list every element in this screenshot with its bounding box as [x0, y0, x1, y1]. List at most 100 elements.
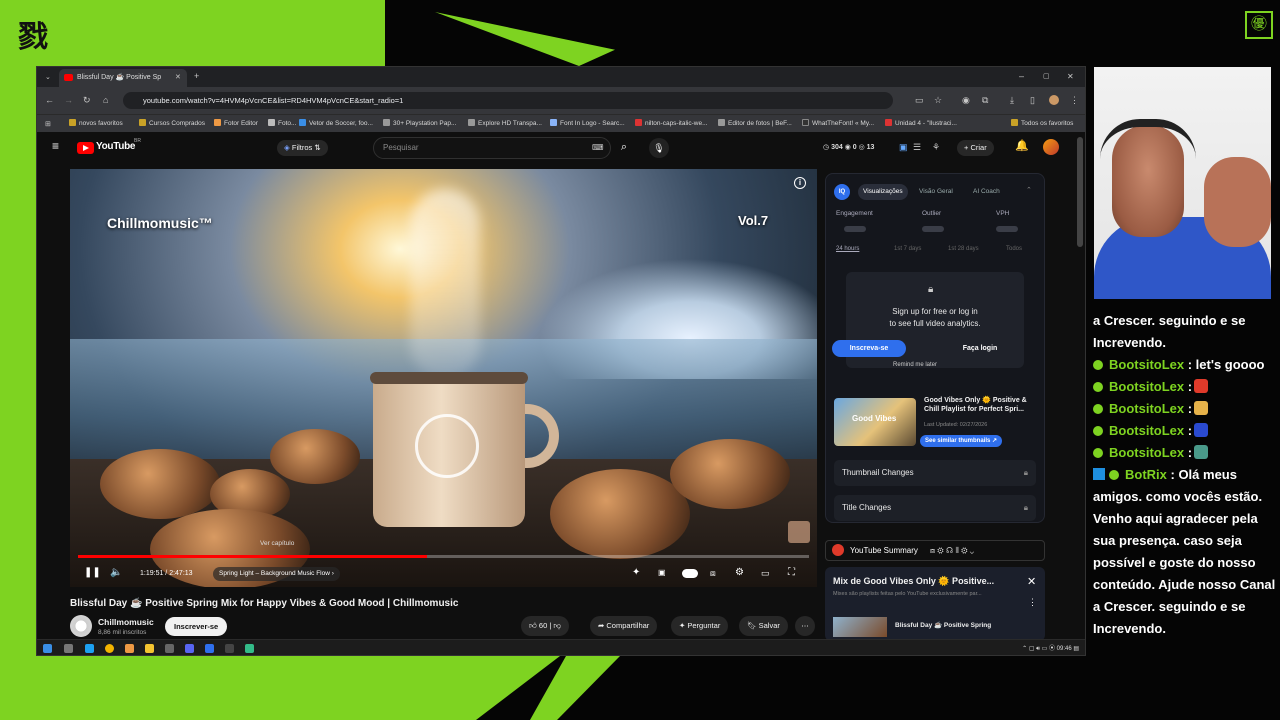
- bookmark-item[interactable]: nilton-caps-italic-we...: [635, 115, 708, 133]
- taskbar-app-icon[interactable]: [85, 644, 94, 653]
- vidiq-icon[interactable]: ▣: [899, 143, 908, 152]
- cast-icon[interactable]: ▭: [915, 96, 924, 105]
- sidepanel-icon[interactable]: ▯: [1030, 96, 1035, 105]
- sparkle-icon[interactable]: ✦: [632, 567, 640, 578]
- signup-button[interactable]: Inscreva-se: [832, 340, 906, 357]
- fullscreen-icon[interactable]: ⛶: [788, 567, 795, 578]
- home-icon[interactable]: ⌂: [103, 96, 108, 105]
- tab-visao-geral[interactable]: Visão Geral: [914, 184, 958, 200]
- pause-icon[interactable]: ❚❚: [84, 567, 101, 578]
- profile-avatar[interactable]: [1049, 95, 1059, 105]
- autoplay-toggle[interactable]: [682, 569, 698, 578]
- search-button[interactable]: ⌕: [611, 137, 637, 159]
- thumbnail-changes-row[interactable]: 🔒︎ Thumbnail Changes: [834, 460, 1036, 486]
- keyboard-icon[interactable]: ⌨: [592, 143, 604, 152]
- forward-icon[interactable]: →: [64, 96, 73, 105]
- progress-bar[interactable]: [78, 555, 809, 558]
- folder-icon[interactable]: [145, 644, 154, 653]
- taskbar-app-icon[interactable]: [165, 644, 174, 653]
- share-button[interactable]: ➦ Compartilhar: [590, 616, 658, 636]
- bell-icon[interactable]: 🔔: [1015, 141, 1029, 152]
- theater-mode-icon[interactable]: ▭: [761, 568, 770, 579]
- summary-tool-icons[interactable]: ⧈ ⚙ ☊ ⦀ ⚙ ⌄: [930, 541, 974, 560]
- account-avatar[interactable]: [1043, 139, 1059, 155]
- bookmark-item[interactable]: Todos os favoritos: [1011, 115, 1073, 133]
- bookmark-star-icon[interactable]: ☆: [934, 96, 942, 105]
- window-close-icon[interactable]: ✕: [1067, 72, 1074, 81]
- collapse-icon[interactable]: ⌃: [1026, 186, 1032, 194]
- chat-username[interactable]: BootsitoLex: [1109, 379, 1184, 394]
- download-icon[interactable]: ⤓: [1010, 96, 1014, 105]
- more-actions-icon[interactable]: ⋯: [795, 616, 815, 636]
- taskbar-app-icon[interactable]: [64, 644, 73, 653]
- channel-name[interactable]: Chillmomusic: [98, 617, 154, 627]
- bookmark-item[interactable]: Font In Logo - Searc...: [550, 115, 625, 133]
- taskbar-app-icon[interactable]: [245, 644, 254, 653]
- bookmark-item[interactable]: Vetor de Soccer, foo...: [299, 115, 373, 133]
- ask-button[interactable]: ✦ Perguntar: [671, 616, 729, 636]
- tab-visualizacoes[interactable]: Visualizações: [858, 184, 908, 200]
- subscribe-button[interactable]: Inscrever-se: [165, 617, 228, 636]
- period-28d[interactable]: 1st 28 days: [948, 246, 979, 252]
- vidiq-player-icon[interactable]: ▣: [658, 568, 666, 577]
- save-button[interactable]: 🔖︎ Salvar: [739, 616, 788, 636]
- chat-username[interactable]: BootsitoLex: [1109, 423, 1184, 438]
- like-button[interactable]: 👍︎ 60 | 👎︎: [521, 616, 570, 636]
- back-icon[interactable]: ←: [45, 96, 54, 105]
- maximize-icon[interactable]: ▢: [1043, 72, 1050, 81]
- channel-watermark-icon[interactable]: [788, 521, 810, 543]
- tab-close-icon[interactable]: ✕: [175, 73, 181, 82]
- bookmark-item[interactable]: Editor de fotos | BeF...: [718, 115, 792, 133]
- bookmark-item[interactable]: 30+ Playstation Pap...: [383, 115, 456, 133]
- volume-icon[interactable]: 🔈: [110, 567, 122, 578]
- bookmark-item[interactable]: Fotor Editor: [214, 115, 258, 133]
- search-input[interactable]: Pesquisar: [373, 137, 611, 159]
- tab-search-icon[interactable]: ⌄: [45, 73, 51, 82]
- youtube-logo[interactable]: YouTube BR: [77, 138, 141, 155]
- subtitles-icon[interactable]: ⧈: [710, 568, 716, 579]
- mix-item-title[interactable]: Blissful Day ☕ Positive Spring: [895, 621, 1085, 629]
- hamburger-menu-icon[interactable]: ≡: [52, 140, 59, 152]
- thumbs-down-icon[interactable]: 👎︎: [553, 621, 561, 630]
- tab-active[interactable]: Blissful Day ☕ Positive Sp: [59, 69, 187, 87]
- period-7d[interactable]: 1st 7 days: [894, 246, 921, 252]
- badge-icon[interactable]: ⚘: [932, 143, 940, 152]
- mix-item-thumbnail[interactable]: [833, 617, 887, 637]
- taskbar-app-icon[interactable]: [125, 644, 134, 653]
- menu-kebab-icon[interactable]: ⋮: [1070, 96, 1079, 105]
- puzzle-icon[interactable]: ⧉: [982, 96, 988, 105]
- chat-username[interactable]: BootsitoLex: [1109, 445, 1184, 460]
- bookmark-item[interactable]: WhatTheFont! « My...: [802, 115, 874, 133]
- bookmark-item[interactable]: Cursos Comprados: [139, 115, 205, 133]
- taskbar-app-icon[interactable]: [185, 644, 194, 653]
- login-button[interactable]: Faça login: [944, 340, 1016, 357]
- similar-thumbnails-button[interactable]: See similar thumbnails ↗: [920, 435, 1003, 447]
- bookmark-item[interactable]: novos favoritos: [69, 115, 123, 133]
- mix-menu-icon[interactable]: ⋮: [1028, 597, 1037, 608]
- new-tab-icon[interactable]: +: [194, 72, 199, 81]
- channel-avatar[interactable]: [70, 615, 92, 637]
- url-field[interactable]: youtube.com/watch?v=4HVM4pVcnCE&list=RD4…: [123, 92, 893, 109]
- chat-username[interactable]: BotRix: [1125, 467, 1167, 482]
- period-all[interactable]: Todos: [1006, 246, 1022, 252]
- filters-chip[interactable]: ◈ Filtros ⇅: [277, 140, 328, 156]
- video-player[interactable]: Chillmomusic™ Vol.7 i Ver capítulo ❚❚ 🔈 …: [70, 169, 817, 587]
- settings-gear-icon[interactable]: ⚙: [735, 567, 744, 578]
- start-icon[interactable]: [43, 644, 52, 653]
- apps-grid-icon[interactable]: ⊞: [45, 120, 51, 129]
- system-tray[interactable]: ⌃ ▢ 🔊︎ ▭ ⦿ 09:46 ▤: [1022, 640, 1079, 655]
- close-icon[interactable]: ✕: [1027, 575, 1036, 588]
- title-changes-row[interactable]: 🔒︎ Title Changes: [834, 495, 1036, 521]
- create-button[interactable]: + Criar: [957, 140, 994, 156]
- remind-later-link[interactable]: Remind me later: [826, 362, 1004, 368]
- info-icon[interactable]: i: [794, 177, 806, 189]
- voice-search-button[interactable]: 🎙: [649, 138, 669, 158]
- bookmark-item[interactable]: Explore HD Transpa...: [468, 115, 542, 133]
- extension-icon[interactable]: ◉: [962, 96, 970, 105]
- chrome-icon[interactable]: [105, 644, 114, 653]
- page-scrollbar[interactable]: [1077, 137, 1083, 247]
- thumbnail-preview[interactable]: Good Vibes: [834, 398, 916, 446]
- list-icon[interactable]: ☰: [913, 143, 921, 152]
- youtube-summary-bar[interactable]: YouTube Summary ⧈ ⚙ ☊ ⦀ ⚙ ⌄: [825, 540, 1045, 561]
- period-24h[interactable]: 24 hours: [836, 246, 859, 252]
